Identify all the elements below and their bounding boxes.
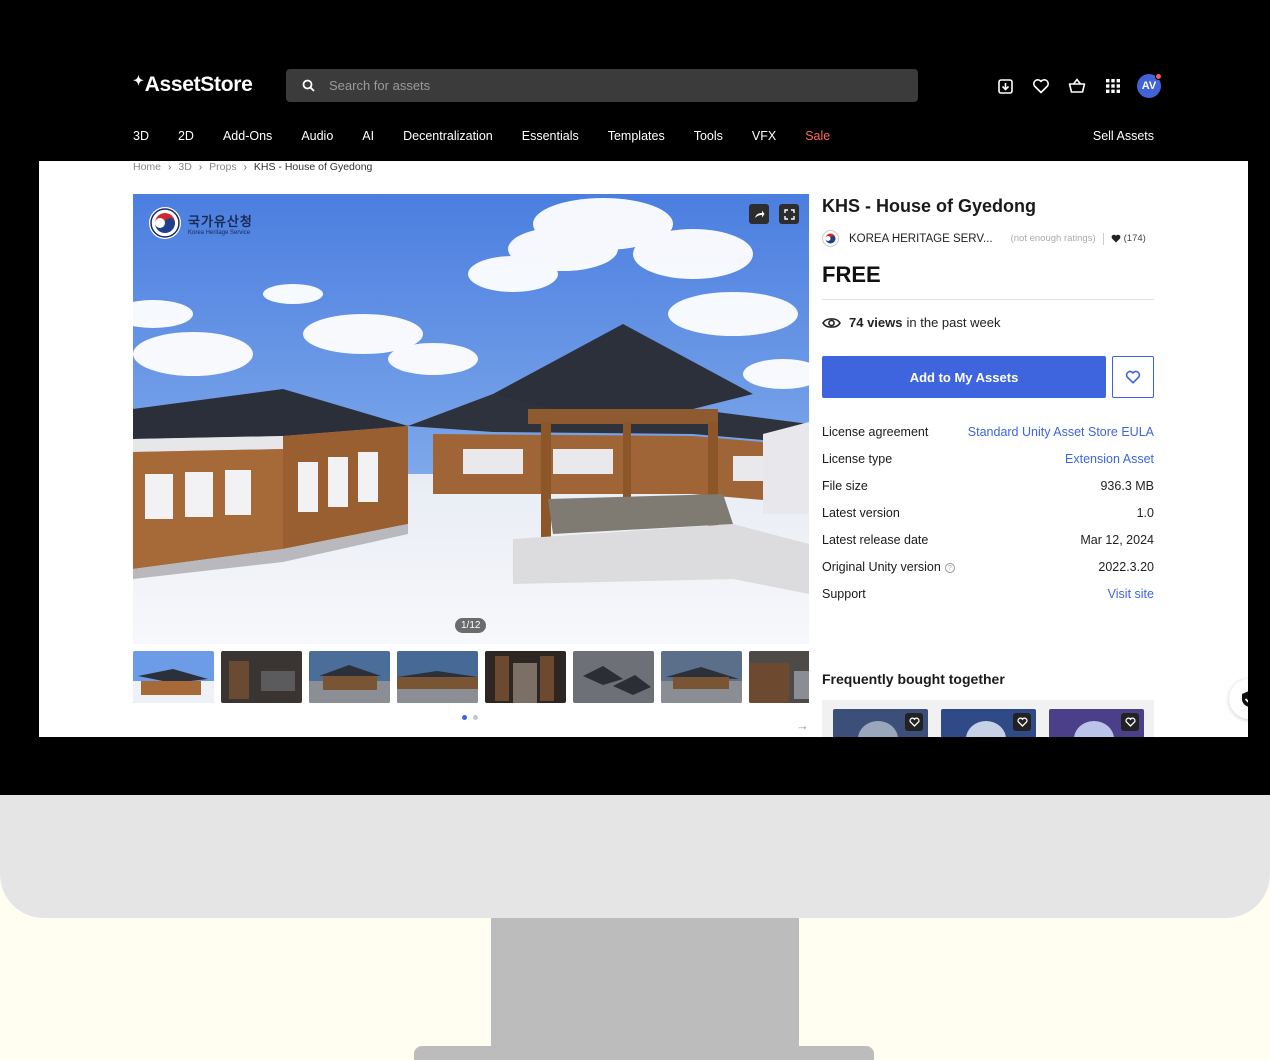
user-avatar[interactable]: AV [1137, 73, 1162, 98]
spec-support: Support Visit site [822, 586, 1154, 601]
chevron-right-icon: › [243, 161, 247, 173]
heart-outline-icon[interactable] [1013, 713, 1031, 731]
search-icon [302, 79, 315, 92]
shield-check-icon [1242, 691, 1248, 707]
thumbnail-7[interactable] [661, 651, 742, 703]
views-count: 74 views [849, 315, 903, 330]
divider [1102, 232, 1104, 245]
thumbnail-strip [133, 651, 809, 703]
heart-outline-icon[interactable] [1121, 713, 1139, 731]
image-counter: 1/12 [455, 618, 487, 633]
heritage-watermark: 국가유산청 Korea Heritage Service [149, 207, 253, 239]
monitor-chin [0, 795, 1270, 918]
page-dot-1[interactable] [462, 715, 467, 720]
add-to-my-assets-button[interactable]: Add to My Assets [822, 356, 1106, 398]
thumbnail-4[interactable] [397, 651, 478, 703]
purchase-actions: Add to My Assets [822, 356, 1154, 398]
license-type-link[interactable]: Extension Asset [1065, 452, 1154, 466]
heart-outline-icon [1125, 370, 1141, 384]
heart-icon[interactable] [1023, 73, 1059, 99]
hanok-scene-image [133, 194, 809, 644]
nav-templates[interactable]: Templates [608, 129, 665, 143]
license-agreement-link[interactable]: Standard Unity Asset Store EULA [968, 425, 1154, 439]
watermark-korean: 국가유산청 [188, 213, 253, 229]
chevron-right-icon: › [198, 161, 203, 173]
heart-outline-icon[interactable] [905, 713, 923, 731]
spec-unity-version: Original Unity version? 2022.3.20 [822, 559, 1154, 574]
spec-file-size: File size 936.3 MB [822, 478, 1154, 493]
cart-icon[interactable] [1059, 73, 1095, 99]
likes-count: (174) [1111, 233, 1146, 244]
nav-2d[interactable]: 2D [178, 129, 194, 143]
product-info-panel: KHS - House of Gyedong KOREA HERITAGE SE… [822, 194, 1154, 607]
share-arrow-icon [754, 210, 764, 218]
breadcrumb-props[interactable]: Props [209, 161, 236, 173]
nav-essentials[interactable]: Essentials [522, 129, 579, 143]
publisher-row: KOREA HERITAGE SERV... (not enough ratin… [822, 230, 1154, 247]
breadcrumb-current: KHS - House of Gyedong [253, 161, 373, 173]
fullscreen-button[interactable] [779, 204, 799, 224]
arrow-right-icon[interactable]: → [796, 718, 809, 733]
download-box-icon[interactable] [987, 73, 1023, 99]
apps-grid-icon[interactable] [1095, 73, 1131, 99]
bundle-card-3[interactable] [1049, 709, 1144, 737]
views-suffix: in the past week [906, 315, 1001, 330]
nav-vfx[interactable]: VFX [752, 129, 776, 143]
monitor-stand [0, 918, 1270, 1060]
thumbnail-3[interactable] [309, 651, 390, 703]
privacy-shield-button[interactable] [1229, 679, 1248, 719]
thumbnail-2[interactable] [221, 651, 302, 703]
nav-decentralization[interactable]: Decentralization [403, 129, 493, 143]
breadcrumb: Home › 3D › Props › KHS - House of Gyedong [133, 161, 372, 173]
chevron-right-icon: › [168, 161, 172, 173]
publisher-logo-icon [822, 230, 839, 247]
search-input[interactable] [329, 78, 889, 93]
fullscreen-icon [783, 208, 795, 220]
site-header: ✦AssetStore AV 3D 2D Add-Ons Audio [39, 57, 1248, 161]
thumbnail-8[interactable] [749, 651, 809, 703]
thumbnail-1[interactable] [133, 651, 214, 703]
views-row: 74 views in the past week [822, 315, 1154, 330]
spec-latest-version: Latest version 1.0 [822, 505, 1154, 520]
nav-3d[interactable]: 3D [133, 129, 149, 143]
header-icons: AV [987, 73, 1162, 99]
asset-store-logo[interactable]: ✦AssetStore [133, 73, 253, 97]
bundle-card-2[interactable] [941, 709, 1036, 737]
nav-tools[interactable]: Tools [694, 129, 723, 143]
breadcrumb-home[interactable]: Home [133, 161, 161, 173]
bundle-card-1[interactable] [833, 709, 928, 737]
publisher-name[interactable]: KOREA HERITAGE SERV... [849, 233, 993, 245]
category-nav: 3D 2D Add-Ons Audio AI Decentralization … [133, 129, 859, 143]
thumbnail-6[interactable] [573, 651, 654, 703]
thumbnail-5[interactable] [485, 651, 566, 703]
product-title: KHS - House of Gyedong [822, 196, 1037, 216]
spec-release-date: Latest release date Mar 12, 2024 [822, 532, 1154, 547]
visit-site-link[interactable]: Visit site [1108, 587, 1154, 601]
sell-assets-link[interactable]: Sell Assets [1093, 129, 1154, 143]
nav-audio[interactable]: Audio [301, 129, 333, 143]
nav-sale[interactable]: Sale [805, 129, 830, 143]
taeguk-seal-icon [149, 207, 181, 239]
help-icon[interactable]: ? [944, 562, 955, 573]
frequently-bought-heading: Frequently bought together [822, 671, 1005, 687]
nav-ai[interactable]: AI [362, 129, 374, 143]
add-to-wishlist-button[interactable] [1112, 356, 1154, 398]
ratings-text: (not enough ratings) [1010, 233, 1096, 244]
price: FREE [822, 262, 1154, 300]
breadcrumb-3d[interactable]: 3D [178, 161, 191, 173]
browser-screen: ✦AssetStore AV 3D 2D Add-Ons Audio [39, 57, 1248, 737]
spec-list: License agreement Standard Unity Asset St… [822, 418, 1154, 607]
watermark-english: Korea Heritage Service [188, 229, 251, 236]
gallery-page-dots [462, 715, 478, 720]
eye-icon [822, 317, 841, 328]
spec-license-agreement: License agreement Standard Unity Asset St… [822, 424, 1154, 439]
heart-filled-icon [1111, 234, 1121, 243]
page-dot-2[interactable] [473, 715, 478, 720]
main-product-image[interactable]: 국가유산청 Korea Heritage Service 1/12 [133, 194, 809, 644]
search-bar[interactable] [286, 69, 918, 102]
nav-add-ons[interactable]: Add-Ons [223, 129, 272, 143]
share-button[interactable] [749, 204, 769, 224]
spec-license-type: License type Extension Asset [822, 451, 1154, 466]
